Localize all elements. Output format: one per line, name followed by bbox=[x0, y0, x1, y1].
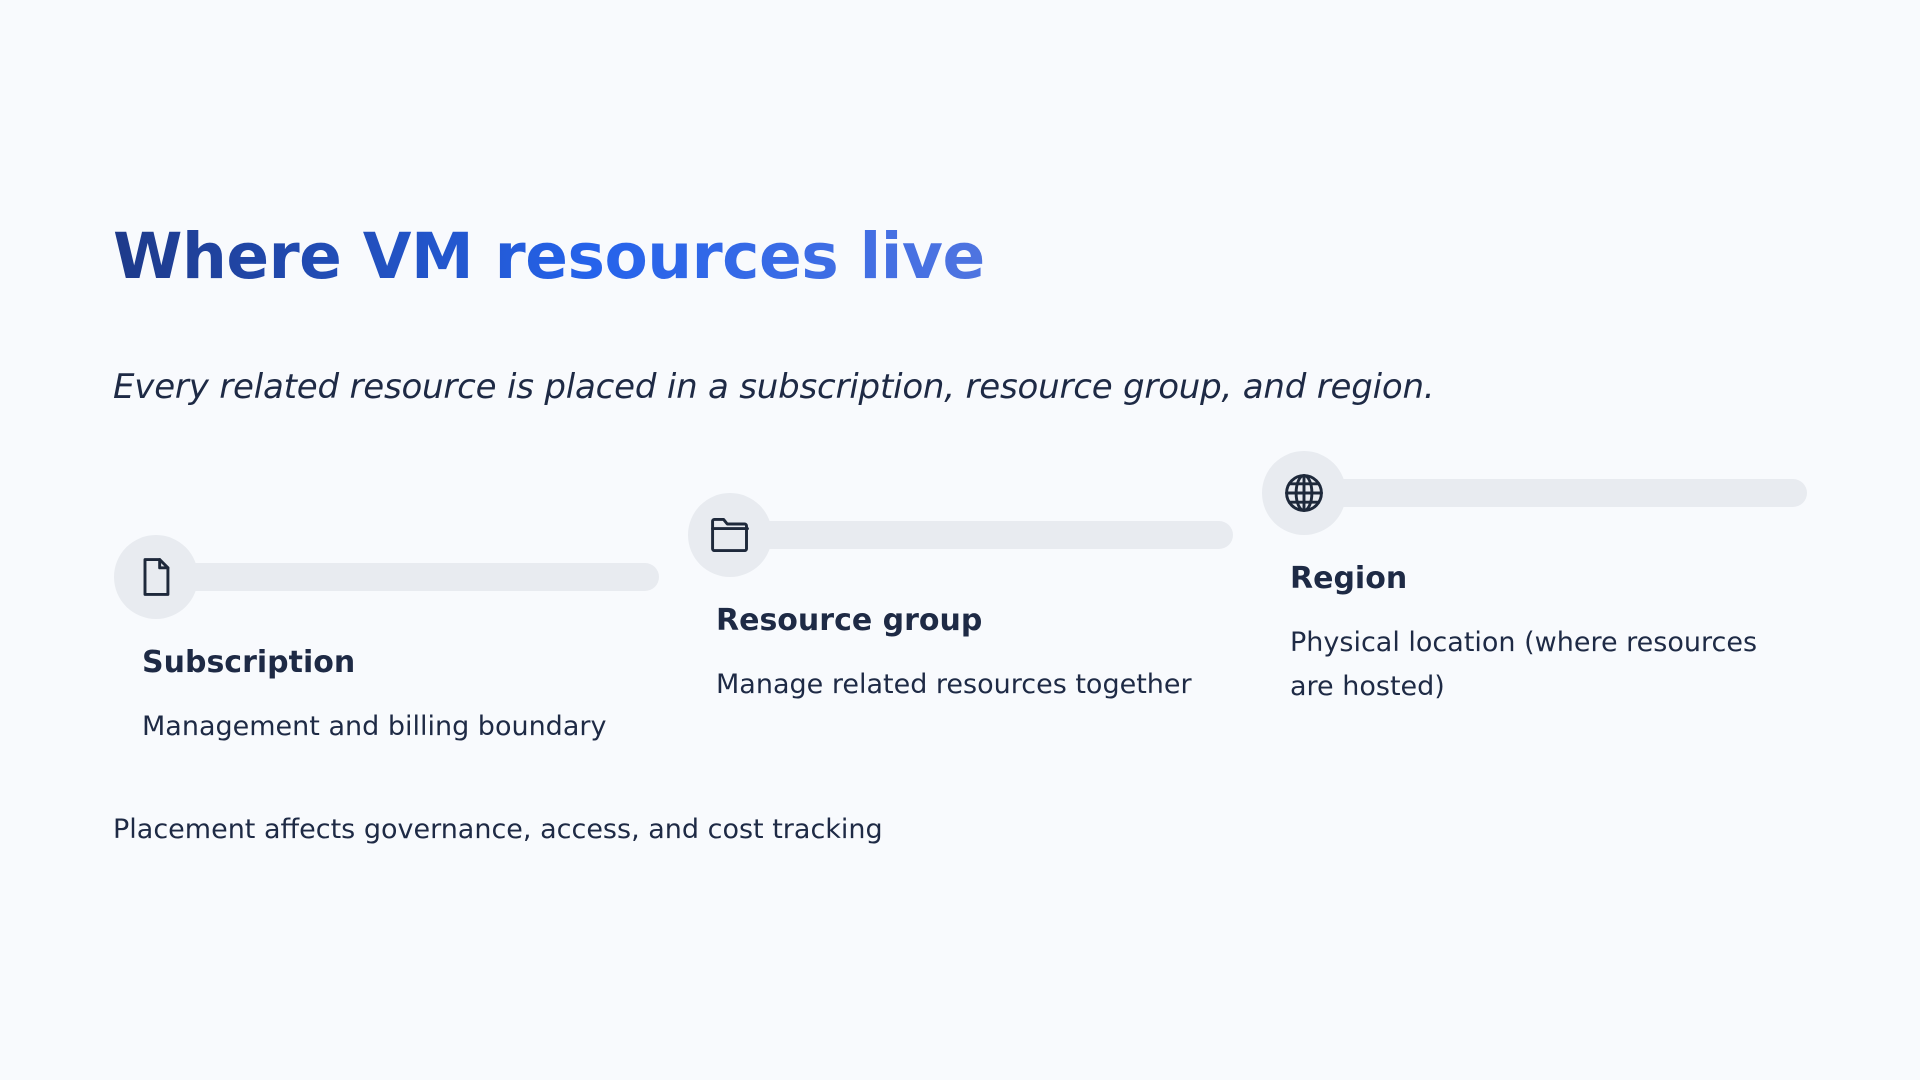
card-title: Subscription bbox=[142, 645, 356, 680]
card-subscription: Subscription Management and billing boun… bbox=[114, 535, 659, 742]
slide-title: Where VM resources live bbox=[113, 220, 985, 293]
card-description: Physical location (where resources are h… bbox=[1290, 627, 1758, 702]
card-track bbox=[156, 563, 659, 591]
footer-note: Placement affects governance, access, an… bbox=[113, 814, 883, 845]
document-icon bbox=[143, 558, 170, 596]
card-title: Resource group bbox=[716, 603, 983, 638]
slide: Where VM resources live Every related re… bbox=[0, 0, 1920, 1080]
card-region: Region Physical location (where resource… bbox=[1262, 451, 1807, 702]
icon-badge bbox=[114, 535, 198, 619]
icon-badge bbox=[1262, 451, 1346, 535]
card-title: Region bbox=[1290, 561, 1408, 596]
folder-icon bbox=[711, 517, 749, 553]
card-header bbox=[688, 493, 1233, 577]
card-track bbox=[1304, 479, 1807, 507]
card-header bbox=[114, 535, 659, 619]
slide-subtitle: Every related resource is placed in a su… bbox=[113, 367, 1435, 407]
globe-icon bbox=[1285, 474, 1323, 512]
icon-badge bbox=[688, 493, 772, 577]
card-description: Management and billing boundary bbox=[142, 711, 607, 742]
card-header bbox=[1262, 451, 1807, 535]
card-resource-group: Resource group Manage related resources … bbox=[688, 493, 1233, 700]
card-track bbox=[730, 521, 1233, 549]
card-description: Manage related resources together bbox=[716, 669, 1192, 700]
